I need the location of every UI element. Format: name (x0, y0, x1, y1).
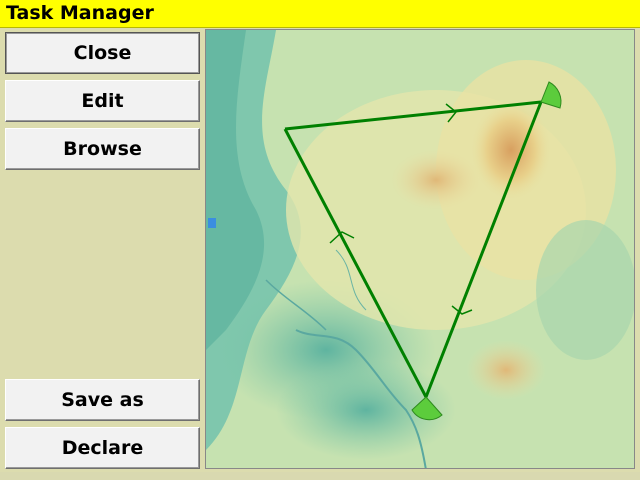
browse-button[interactable]: Browse (5, 128, 200, 170)
hill-area (391, 150, 481, 210)
terrain-map (206, 30, 634, 468)
lake (208, 218, 216, 228)
status-strip (0, 472, 640, 480)
save-as-button[interactable]: Save as (5, 379, 200, 421)
declare-button[interactable]: Declare (5, 427, 200, 469)
title-bar: Task Manager (0, 0, 640, 28)
sidebar: Close Edit Browse Save as Declare (0, 28, 204, 480)
close-button[interactable]: Close (5, 32, 200, 74)
hill-area-south (466, 340, 546, 400)
task-map[interactable] (205, 29, 635, 469)
edit-button[interactable]: Edit (5, 80, 200, 122)
eastern-slope (536, 220, 634, 360)
window-title: Task Manager (6, 2, 154, 24)
ridge-area (471, 100, 551, 200)
